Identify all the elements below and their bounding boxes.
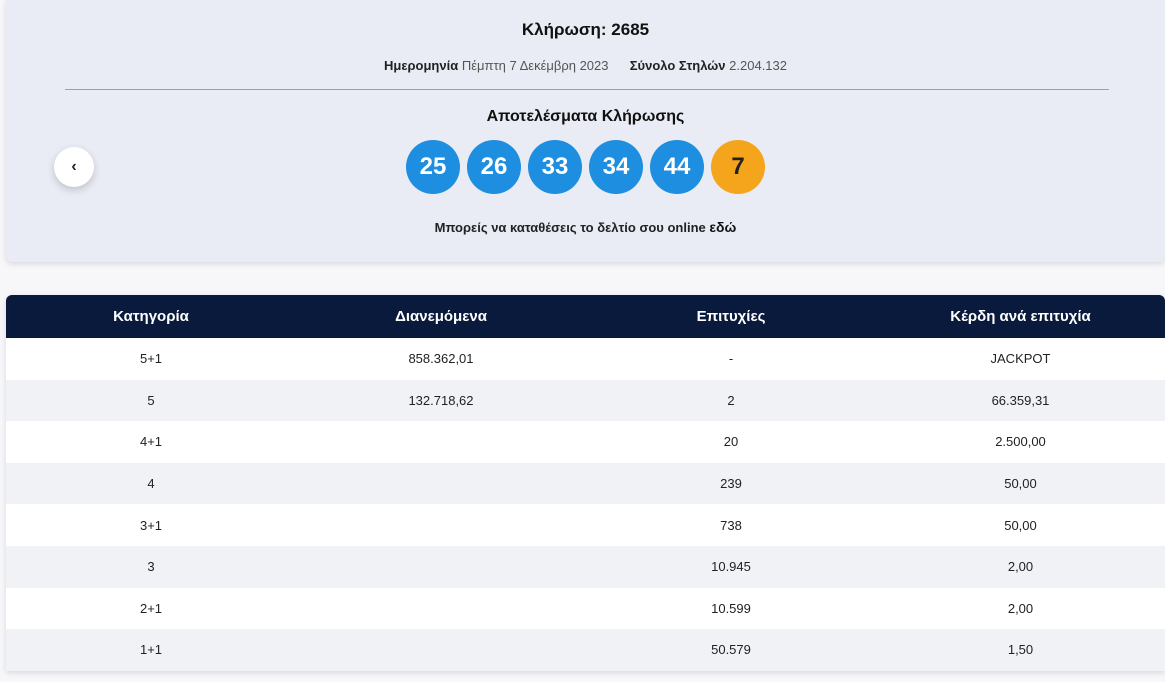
cell-distributed bbox=[296, 546, 586, 588]
cell-prize: 66.359,31 bbox=[991, 392, 1050, 408]
online-notice: Μπορείς να καταθέσεις το δελτίο σου onli… bbox=[6, 219, 1165, 235]
number-ball: 25 bbox=[406, 140, 460, 194]
number-ball: 26 bbox=[467, 140, 521, 194]
divider bbox=[65, 89, 1109, 90]
cell-winners: 239 bbox=[720, 476, 742, 492]
cell-category: 3 bbox=[147, 559, 155, 575]
table-row: 3 10.945 2,00 bbox=[6, 545, 1165, 588]
number-ball: 33 bbox=[528, 140, 582, 194]
cell-winners: 50.579 bbox=[711, 642, 751, 658]
cell-winners: 20 bbox=[723, 434, 739, 450]
online-link[interactable]: εδώ bbox=[709, 219, 736, 235]
number-ball: 34 bbox=[589, 140, 643, 194]
online-text: Μπορείς να καταθέσεις το δελτίο σου onli… bbox=[434, 220, 706, 235]
cell-winners: 10.945 bbox=[711, 559, 751, 575]
cell-distributed bbox=[296, 463, 586, 505]
header-category: Κατηγορία bbox=[113, 308, 189, 325]
columns-label: Σύνολο Στηλών bbox=[629, 58, 726, 73]
bonus-ball: 7 bbox=[711, 140, 765, 194]
cell-winners: 2 bbox=[727, 392, 735, 408]
cell-prize: 50,00 bbox=[1004, 476, 1037, 492]
draw-meta: Ημερομηνία Πέμπτη 7 Δεκέμβρη 2023 Σύνολο… bbox=[6, 58, 1165, 73]
columns-value: 2.204.132 bbox=[729, 58, 787, 73]
table-row: 4+1 20 2.500,00 bbox=[6, 421, 1165, 463]
cell-winners: - bbox=[728, 351, 734, 367]
table-row: 5+1 858.362,01 - JACKPOT bbox=[6, 338, 1165, 380]
cell-prize: 2.500,00 bbox=[995, 434, 1046, 450]
cell-category: 5+1 bbox=[139, 351, 163, 367]
table-row: 2+1 10.599 2,00 bbox=[6, 587, 1165, 630]
cell-distributed bbox=[296, 421, 586, 463]
cell-category: 5 bbox=[147, 392, 155, 408]
drawn-numbers: 25 26 33 34 44 7 bbox=[6, 140, 1165, 194]
cell-prize: 50,00 bbox=[1004, 517, 1037, 533]
cell-distributed: 858.362,01 bbox=[408, 351, 474, 367]
draw-card: Κλήρωση: 2685 Ημερομηνία Πέμπτη 7 Δεκέμβ… bbox=[6, 0, 1165, 262]
header-distributed: Διανεμόμενα bbox=[395, 308, 487, 325]
table-row: 4 239 50,00 bbox=[6, 462, 1165, 505]
cell-distributed: 132.718,62 bbox=[408, 392, 474, 408]
cell-winners: 10.599 bbox=[711, 600, 751, 616]
cell-distributed bbox=[296, 588, 586, 630]
cell-prize: JACKPOT bbox=[990, 351, 1051, 367]
cell-prize: 2,00 bbox=[1007, 600, 1034, 616]
table-header-row: Κατηγορία Διανεμόμενα Επιτυχίες Κέρδη αν… bbox=[6, 295, 1165, 338]
header-prize-per-winner: Κέρδη ανά επιτυχία bbox=[950, 308, 1091, 325]
table-row: 1+1 50.579 1,50 bbox=[6, 629, 1165, 671]
results-title: Αποτελέσματα Κλήρωσης bbox=[486, 108, 685, 125]
cell-category: 4+1 bbox=[139, 434, 163, 450]
cell-category: 3+1 bbox=[139, 517, 163, 533]
cell-distributed bbox=[296, 629, 586, 671]
draw-title: Κλήρωση: 2685 bbox=[521, 20, 650, 39]
cell-category: 1+1 bbox=[139, 642, 163, 658]
date-label: Ημερομηνία bbox=[383, 58, 459, 73]
date-value: Πέμπτη 7 Δεκέμβρη 2023 bbox=[461, 58, 609, 73]
cell-category: 4 bbox=[147, 476, 155, 492]
cell-category: 2+1 bbox=[139, 600, 163, 616]
cell-prize: 1,50 bbox=[1007, 642, 1034, 658]
cell-distributed bbox=[296, 504, 586, 546]
number-ball: 44 bbox=[650, 140, 704, 194]
table-row: 3+1 738 50,00 bbox=[6, 504, 1165, 546]
prize-table: Κατηγορία Διανεμόμενα Επιτυχίες Κέρδη αν… bbox=[6, 295, 1165, 671]
cell-winners: 738 bbox=[720, 517, 742, 533]
cell-prize: 2,00 bbox=[1007, 559, 1034, 575]
header-winners: Επιτυχίες bbox=[696, 308, 766, 325]
table-row: 5 132.718,62 2 66.359,31 bbox=[6, 379, 1165, 422]
